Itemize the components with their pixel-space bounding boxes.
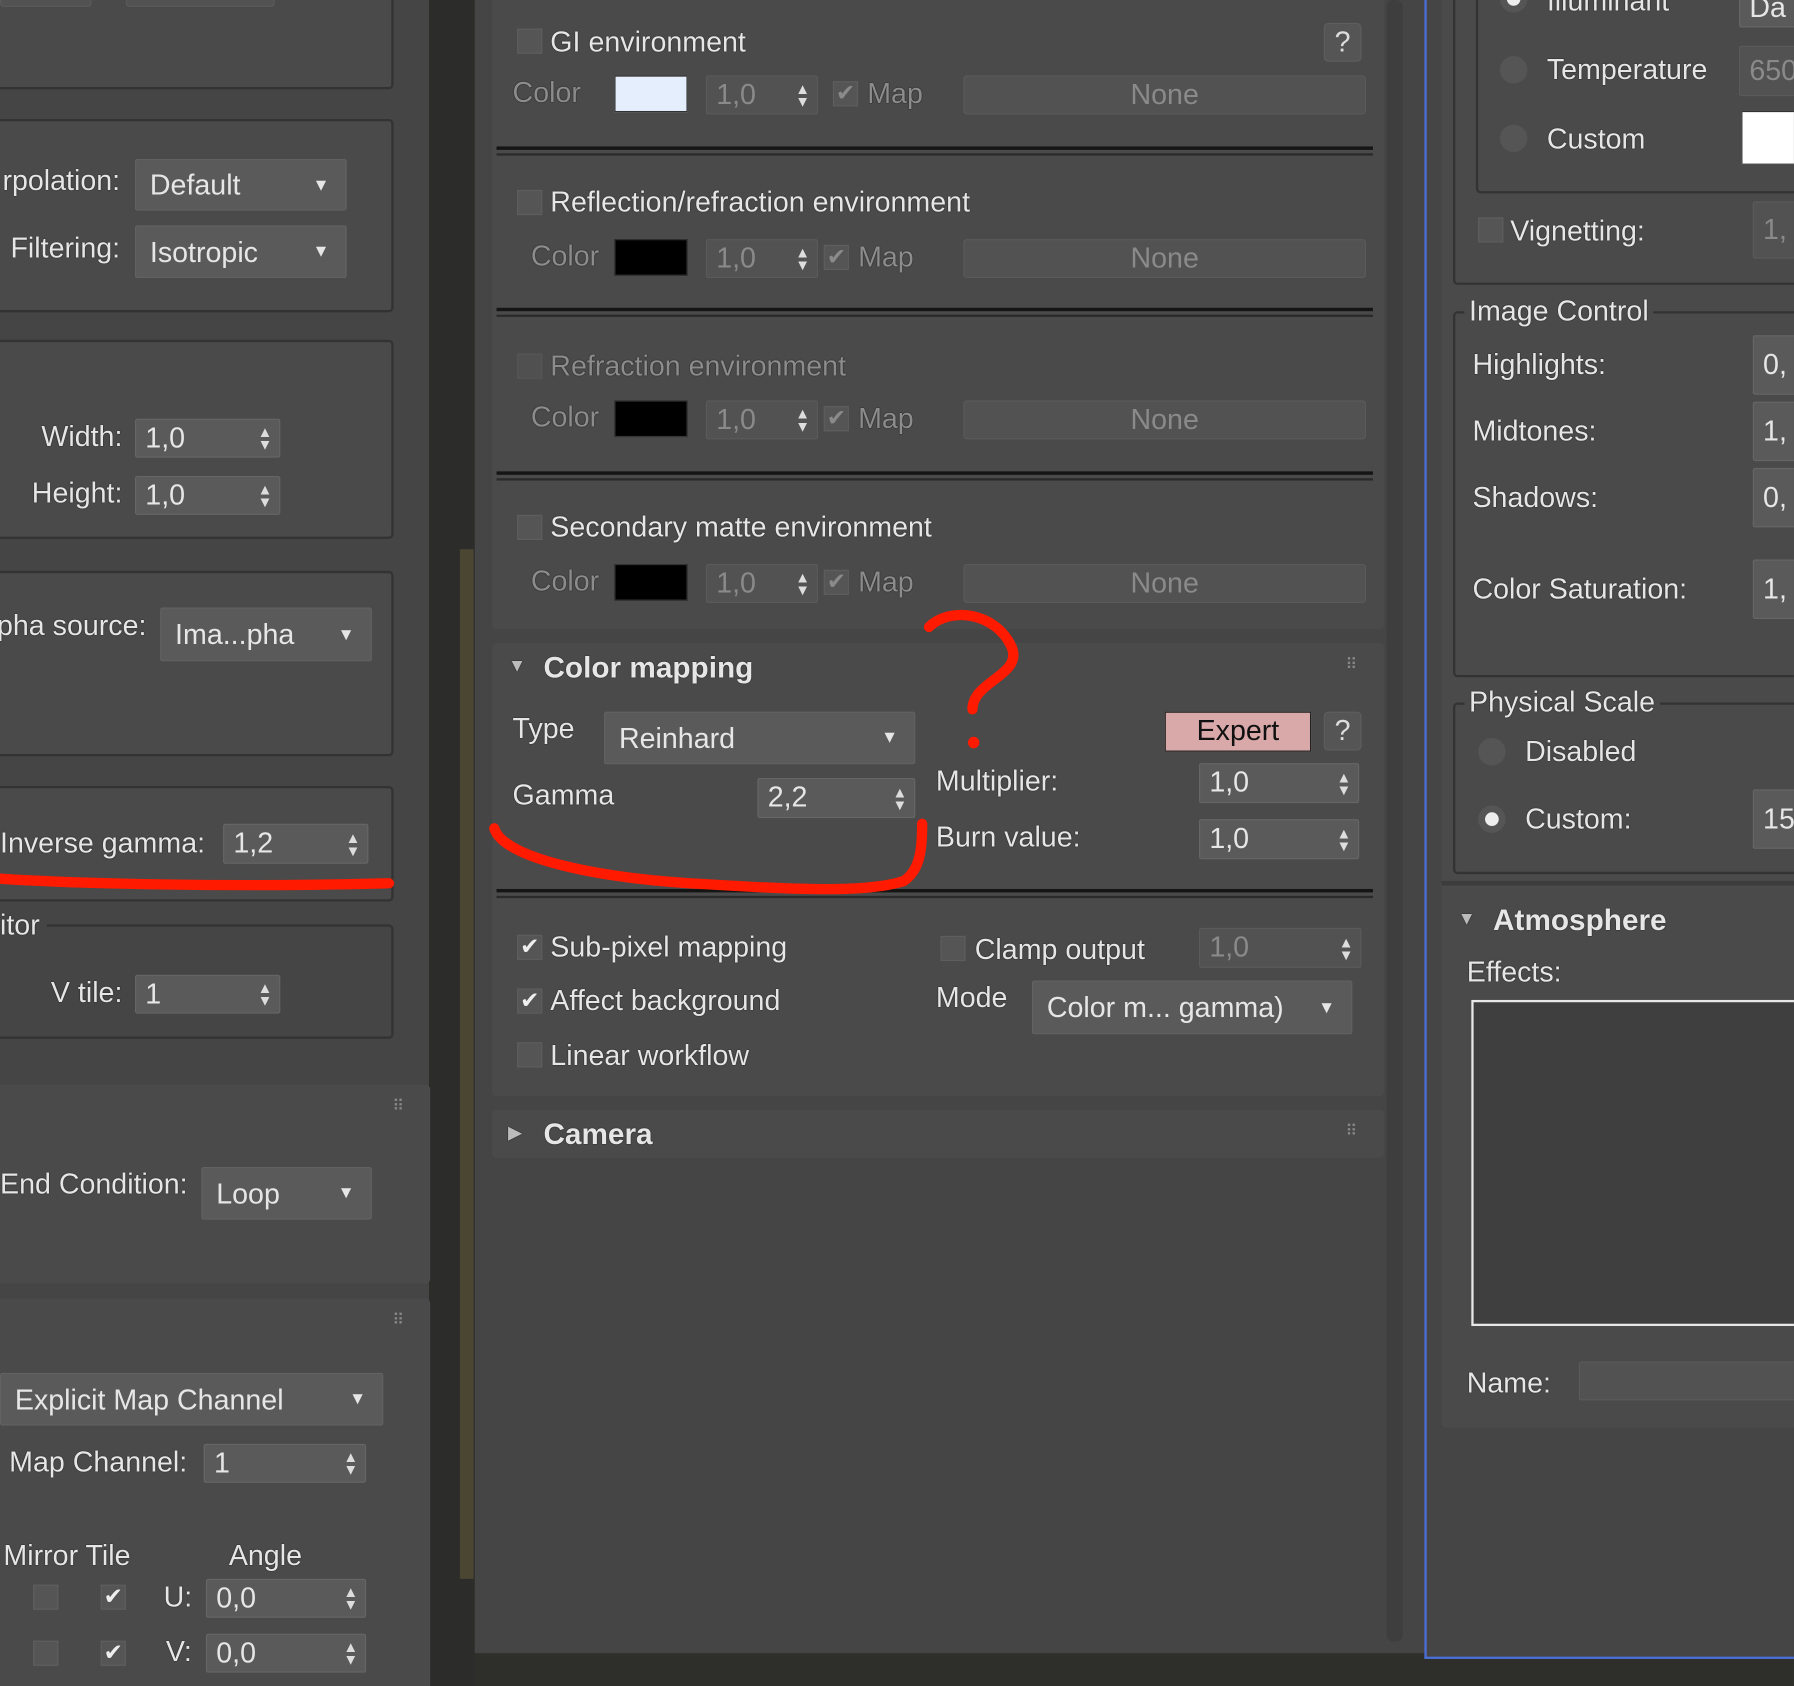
annotation-bracket [489,818,928,895]
annotation-overlay [0,609,1019,895]
annotation-question-mark [923,609,1019,715]
render-setup-window: rpolation: Default ▼ Filtering: Isotropic… [0,0,1794,1686]
annotation-underline [0,873,395,891]
annotation-question-dot [967,736,980,749]
